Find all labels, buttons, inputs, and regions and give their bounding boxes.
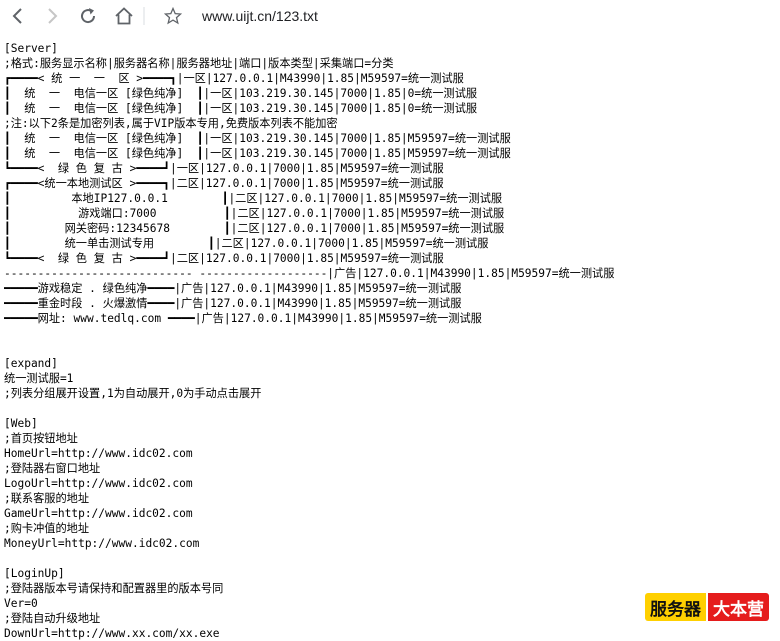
file-line: ;注:以下2条是加密列表,属于VIP版本专用,免费版本列表不能加密 (4, 117, 338, 130)
watermark-right: 大本营 (708, 593, 769, 621)
file-line: ;格式:服务显示名称|服务器名称|服务器地址|端口|版本类型|采集端口=分类 (4, 57, 394, 70)
file-line: ;列表分组展开设置,1为自动展开,0为手动点击展开 (4, 387, 262, 400)
file-line: 统一测试服=1 (4, 372, 74, 385)
file-line: ;购卡冲值的地址 (4, 522, 90, 535)
file-line: ┃ 统 一 电信一区 [绿色纯净] ┃|一区|103.219.30.145|70… (4, 102, 478, 115)
file-line: ┏━━━━<统一本地测试区 >━━━━┓|二区|127.0.0.1|7000|1… (4, 177, 444, 190)
file-line: DownUrl=http://www.xx.com/xx.exe (4, 627, 220, 640)
file-line: ┗━━━━< 绿 色 复 古 >━━━━┛|二区|127.0.0.1|7000|… (4, 252, 444, 265)
file-line: ┃ 统 一 电信一区 [绿色纯净] ┃|一区|103.219.30.145|70… (4, 87, 478, 100)
file-line: [expand] (4, 357, 58, 370)
file-line: [Server] (4, 42, 58, 55)
file-line: ;登陆器右窗口地址 (4, 462, 101, 475)
file-line: ---------------------------- -----------… (4, 267, 615, 280)
watermark-logo: 服务器 大本营 (645, 593, 769, 621)
file-line: ━━━━━游戏稳定 . 绿色纯净━━━━|广告|127.0.0.1|M43990… (4, 282, 462, 295)
file-line: ;联系客服的地址 (4, 492, 90, 505)
file-line: ┃ 统 一 电信一区 [绿色纯净] ┃|一区|103.219.30.145|70… (4, 132, 511, 145)
text-file-content: [Server] ;格式:服务显示名称|服务器名称|服务器地址|端口|版本类型|采… (4, 41, 774, 641)
watermark-left: 服务器 (645, 593, 706, 621)
file-line: GameUrl=http://www.idc02.com (4, 507, 193, 520)
file-line (4, 341, 774, 356)
file-line: ┏━━━━< 统 一 一 区 >━━━━┓|一区|127.0.0.1|M4399… (4, 72, 464, 85)
file-line: ┃ 网关密码:12345678 ┃|二区|127.0.0.1|7000|1.85… (4, 222, 505, 235)
file-line: ┃ 统一单击测试专用 ┃|二区|127.0.0.1|7000|1.85|M595… (4, 237, 489, 250)
file-line: ┃ 游戏端口:7000 ┃|二区|127.0.0.1|7000|1.85|M59… (4, 207, 505, 220)
address-bar-url[interactable]: www.uijt.cn/123.txt (202, 8, 318, 24)
file-line: ;首页按钮地址 (4, 432, 78, 445)
reload-icon[interactable] (77, 6, 99, 26)
browser-toolbar: www.uijt.cn/123.txt (0, 0, 780, 32)
home-icon[interactable] (113, 6, 135, 26)
file-line: ┃ 本地IP127.0.0.1 ┃|二区|127.0.0.1|7000|1.85… (4, 192, 503, 205)
file-line: ━━━━━网址: www.tedlq.com ━━━━|广告|127.0.0.1… (4, 312, 482, 325)
file-line (4, 551, 774, 566)
file-line: ┃ 统 一 电信一区 [绿色纯净] ┃|一区|103.219.30.145|70… (4, 147, 511, 160)
file-line: ┗━━━━< 绿 色 复 古 >━━━━┛|一区|127.0.0.1|7000|… (4, 162, 444, 175)
file-line: LogoUrl=http://www.idc02.com (4, 477, 193, 490)
back-icon[interactable] (6, 6, 28, 26)
file-line: [Web] (4, 417, 38, 430)
file-line (4, 326, 774, 341)
file-line (4, 401, 774, 416)
star-icon[interactable] (162, 6, 184, 26)
forward-icon[interactable] (42, 6, 64, 26)
file-line: MoneyUrl=http://www.idc02.com (4, 537, 200, 550)
file-line: [LoginUp] (4, 567, 65, 580)
separator (143, 6, 145, 26)
file-line: HomeUrl=http://www.idc02.com (4, 447, 193, 460)
file-line: ━━━━━重金时段 . 火爆激情━━━━|广告|127.0.0.1|M43990… (4, 297, 462, 310)
